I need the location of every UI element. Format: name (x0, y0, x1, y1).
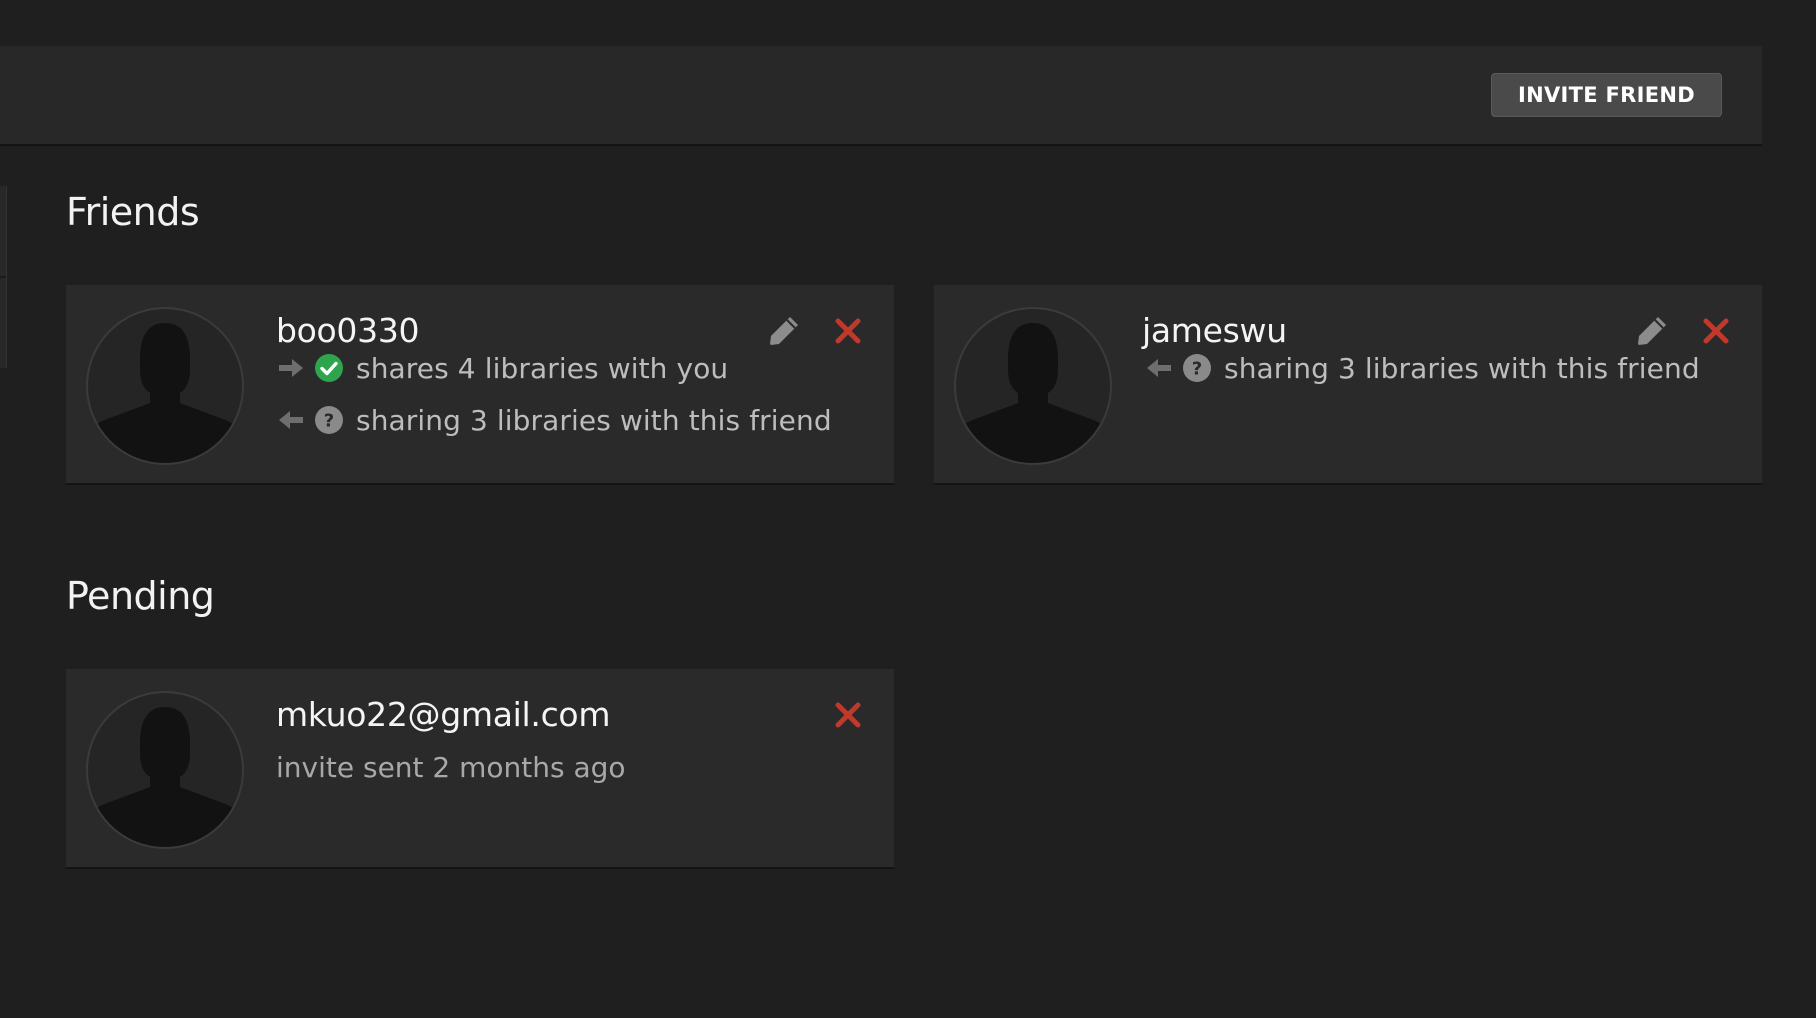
arrow-right-icon (279, 359, 303, 377)
friend-name: jameswu (1142, 311, 1287, 350)
invite-friend-button[interactable]: INVITE FRIEND (1491, 73, 1722, 117)
incoming-share-text: shares 4 libraries with you (356, 351, 729, 385)
pending-invite-card: mkuo22@gmail.com invite sent 2 months ag… (66, 669, 894, 869)
edit-button[interactable] (764, 311, 804, 351)
avatar (86, 307, 244, 465)
pencil-icon (770, 317, 798, 345)
outgoing-share-text: sharing 3 libraries with this friend (356, 403, 832, 437)
close-icon (835, 318, 861, 344)
avatar (954, 307, 1112, 465)
user-silhouette-icon (958, 323, 1108, 463)
friends-heading: Friends (66, 190, 200, 234)
check-circle-icon (315, 354, 343, 382)
svg-text:?: ? (324, 411, 334, 432)
friend-name: boo0330 (276, 311, 420, 350)
top-toolbar: INVITE FRIEND (0, 46, 1762, 146)
question-circle-icon: ? (315, 406, 343, 434)
outgoing-share-text: sharing 3 libraries with this friend (1224, 351, 1700, 385)
avatar (86, 691, 244, 849)
arrow-left-icon (279, 411, 303, 429)
svg-text:?: ? (1192, 359, 1202, 380)
user-silhouette-icon (90, 707, 240, 847)
pending-heading: Pending (66, 574, 215, 618)
question-circle-icon: ? (1183, 354, 1211, 382)
invite-status-text: invite sent 2 months ago (276, 751, 626, 784)
sidebar-divider (0, 276, 6, 278)
remove-friend-button[interactable] (828, 311, 868, 351)
close-icon (1703, 318, 1729, 344)
outgoing-share-row: ? sharing 3 libraries with this friend (276, 403, 832, 437)
edit-button[interactable] (1632, 311, 1672, 351)
cancel-invite-button[interactable] (828, 695, 868, 735)
pencil-icon (1638, 317, 1666, 345)
pending-email: mkuo22@gmail.com (276, 695, 611, 734)
remove-friend-button[interactable] (1696, 311, 1736, 351)
friend-card: boo0330 shares 4 libraries with you ? sh… (66, 285, 894, 485)
friend-card: jameswu ? sharing 3 libraries with this … (934, 285, 1762, 485)
sidebar-edge (0, 186, 7, 368)
user-silhouette-icon (90, 323, 240, 463)
incoming-share-row: shares 4 libraries with you (276, 351, 728, 385)
outgoing-share-row: ? sharing 3 libraries with this friend (1144, 351, 1700, 385)
close-icon (835, 702, 861, 728)
arrow-left-icon (1147, 359, 1171, 377)
